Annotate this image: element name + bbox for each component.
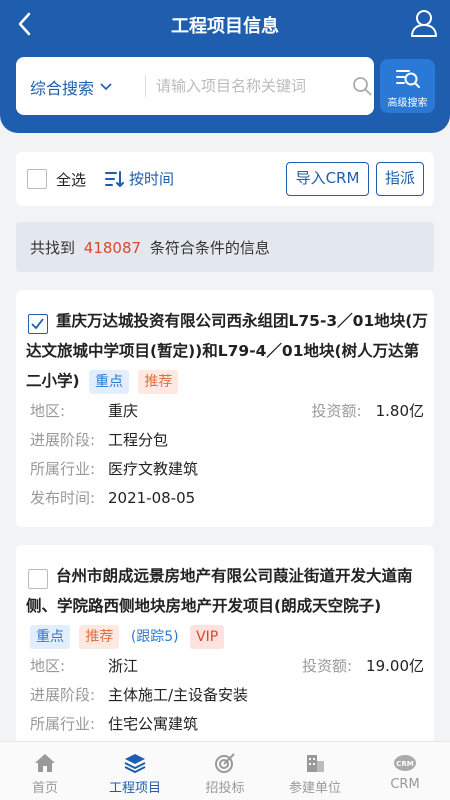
stage-value: 主体施工/主设备安装 bbox=[108, 686, 249, 704]
region-row: 地区: 重庆 投资额: 1.80亿 bbox=[30, 400, 424, 421]
invest-field: 投资额: 1.80亿 bbox=[312, 400, 424, 421]
user-icon[interactable] bbox=[410, 8, 438, 38]
svg-text:CRM: CRM bbox=[396, 760, 414, 768]
region-row: 地区: 浙江 投资额: 19.00亿 bbox=[30, 655, 424, 676]
sort-by-time-button[interactable]: 按时间 bbox=[104, 168, 174, 189]
date-value: 2021-08-05 bbox=[108, 489, 196, 507]
advanced-search-icon bbox=[395, 70, 420, 88]
search-type-select[interactable]: 综合搜索 bbox=[30, 75, 112, 99]
tag-recommend: 推荐 bbox=[138, 369, 179, 394]
building-icon bbox=[307, 755, 324, 772]
tag-key: 重点 bbox=[89, 369, 129, 394]
industry-label: 所属行业: bbox=[30, 460, 96, 478]
invest-value: 19.00亿 bbox=[366, 657, 424, 675]
result-prefix: 共找到 bbox=[30, 239, 76, 257]
tag-key: 重点 bbox=[30, 624, 70, 649]
stage-label: 进展阶段: bbox=[30, 431, 96, 449]
project-title: 重庆万达城投资有限公司西永组团L75-3／01地块(万达文旅城中学项目(暂定))… bbox=[26, 312, 428, 390]
bottom-tab-bar: 首页 工程项目 招投标 参建单位 CRM CRM bbox=[0, 741, 450, 800]
search-type-label: 综合搜索 bbox=[30, 79, 95, 98]
industry-row: 所属行业: 住宅公寓建筑 bbox=[30, 713, 424, 734]
tag-recommend: 推荐 bbox=[79, 624, 120, 649]
project-title: 台州市朗成远景房地产有限公司葭沚街道开发大道南侧、学院路西侧地块房地产开发项目(… bbox=[26, 567, 413, 615]
project-card[interactable]: 重庆万达城投资有限公司西永组团L75-3／01地块(万达文旅城中学项目(暂定))… bbox=[16, 290, 434, 527]
search-icon[interactable] bbox=[352, 76, 372, 96]
tab-home[interactable]: 首页 bbox=[0, 742, 90, 800]
tab-label: 参建单位 bbox=[288, 781, 341, 796]
stage-row: 进展阶段: 主体施工/主设备安装 bbox=[30, 684, 424, 705]
tab-label: CRM bbox=[390, 777, 420, 792]
search-divider bbox=[145, 75, 146, 97]
result-suffix: 条符合条件的信息 bbox=[149, 239, 270, 257]
invest-field: 投资额: 19.00亿 bbox=[302, 655, 424, 676]
tab-participants[interactable]: 参建单位 bbox=[270, 742, 360, 800]
advanced-search-label: 高级搜索 bbox=[387, 98, 428, 109]
sort-label: 按时间 bbox=[129, 170, 175, 188]
tab-label: 招投标 bbox=[205, 781, 245, 796]
project-title-block[interactable]: 台州市朗成远景房地产有限公司葭沚街道开发大道南侧、学院路西侧地块房地产开发项目(… bbox=[26, 561, 430, 651]
industry-value: 住宅公寓建筑 bbox=[108, 715, 199, 733]
result-summary: 共找到 418087 条符合条件的信息 bbox=[16, 222, 434, 272]
project-title-block[interactable]: 重庆万达城投资有限公司西永组团L75-3／01地块(万达文旅城中学项目(暂定))… bbox=[26, 306, 430, 396]
industry-label: 所属行业: bbox=[30, 715, 96, 733]
date-label: 发布时间: bbox=[30, 489, 96, 507]
search-box: 综合搜索 bbox=[16, 57, 374, 115]
stage-value: 工程分包 bbox=[108, 431, 169, 449]
invest-label: 投资额: bbox=[311, 402, 362, 420]
region-value: 浙江 bbox=[108, 657, 139, 675]
crm-icon: CRM bbox=[394, 755, 416, 771]
project-card[interactable]: 台州市朗成远景房地产有限公司葭沚街道开发大道南侧、学院路西侧地块房地产开发项目(… bbox=[16, 545, 434, 745]
industry-value: 医疗文教建筑 bbox=[108, 460, 199, 478]
layers-icon bbox=[124, 754, 146, 774]
region-label: 地区: bbox=[30, 402, 66, 420]
industry-row: 所属行业: 医疗文教建筑 bbox=[30, 458, 424, 479]
stage-row: 进展阶段: 工程分包 bbox=[30, 429, 424, 450]
import-crm-button[interactable]: 导入CRM bbox=[286, 162, 369, 196]
tab-crm[interactable]: CRM CRM bbox=[360, 742, 450, 800]
select-all-checkbox[interactable] bbox=[27, 169, 47, 189]
tab-label: 首页 bbox=[31, 781, 58, 796]
date-row: 发布时间: 2021-08-05 bbox=[30, 487, 424, 508]
advanced-search-button[interactable]: 高级搜索 bbox=[380, 59, 435, 113]
stage-label: 进展阶段: bbox=[30, 686, 96, 704]
assign-button[interactable]: 指派 bbox=[376, 162, 424, 196]
tag-vip: VIP bbox=[190, 624, 225, 649]
invest-value: 1.80亿 bbox=[375, 402, 424, 420]
select-all-label[interactable]: 全选 bbox=[56, 169, 86, 190]
search-input[interactable] bbox=[156, 74, 336, 98]
region-label: 地区: bbox=[30, 657, 66, 675]
tab-label: 工程项目 bbox=[108, 781, 161, 796]
tab-bidding[interactable]: 招投标 bbox=[180, 742, 270, 800]
tab-projects[interactable]: 工程项目 bbox=[90, 742, 180, 800]
invest-label: 投资额: bbox=[301, 657, 353, 675]
list-toolbar: 全选 按时间 导入CRM 指派 bbox=[16, 152, 434, 206]
result-count: 418087 bbox=[83, 239, 142, 257]
sort-icon bbox=[105, 170, 124, 187]
chevron-down-icon bbox=[100, 83, 112, 91]
target-icon bbox=[215, 753, 235, 773]
home-icon bbox=[35, 754, 55, 772]
region-value: 重庆 bbox=[108, 402, 139, 420]
page-title: 工程项目信息 bbox=[171, 16, 279, 37]
tag-track: (跟踪5) bbox=[130, 628, 179, 645]
